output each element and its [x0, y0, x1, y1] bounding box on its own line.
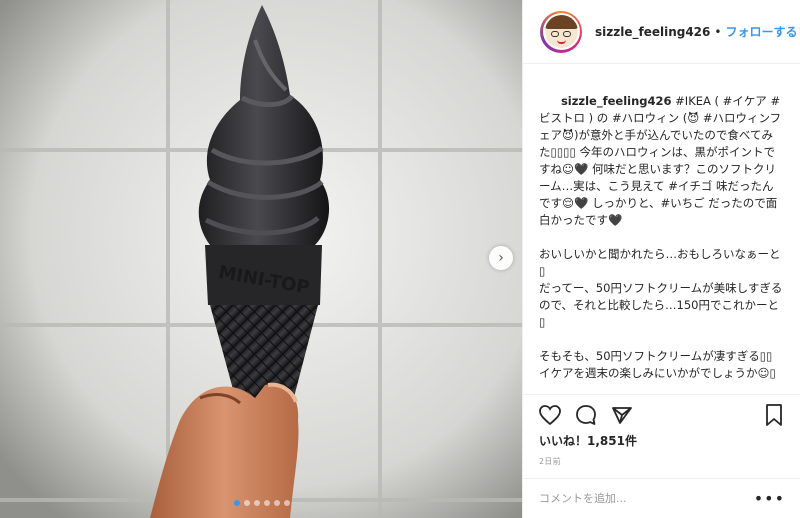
share-button[interactable]	[609, 402, 635, 428]
carousel-dot	[244, 500, 250, 506]
avatar-image	[544, 15, 578, 48]
comment-button[interactable]	[573, 402, 599, 428]
heart-icon	[539, 404, 561, 425]
like-count[interactable]: いいね！1,851件	[539, 432, 637, 449]
carousel-dot	[274, 500, 280, 506]
like-button[interactable]	[537, 402, 563, 428]
carousel-dot	[254, 500, 260, 506]
post-header: sizzle_feeling426 • フォローする	[523, 0, 800, 64]
follow-button[interactable]: フォローする	[725, 23, 797, 40]
more-options-button[interactable]: •••	[754, 489, 785, 508]
share-icon	[612, 406, 632, 424]
comment-icon	[576, 404, 596, 425]
action-bar	[523, 394, 800, 434]
next-photo-button[interactable]: ›	[489, 246, 513, 270]
caption-username-link[interactable]: sizzle_feeling426	[561, 94, 672, 108]
comment-form: •••	[523, 478, 800, 518]
carousel-dot	[264, 500, 270, 506]
bookmark-icon	[766, 403, 782, 426]
save-button[interactable]	[761, 402, 787, 428]
carousel-dot	[284, 500, 290, 506]
separator-dot: •	[714, 24, 722, 39]
comment-input[interactable]	[539, 492, 754, 505]
carousel-indicator	[234, 500, 290, 506]
chevron-right-icon: ›	[498, 250, 504, 266]
post-side-panel: sizzle_feeling426 • フォローする sizzle_feelin…	[522, 0, 800, 518]
username-link[interactable]: sizzle_feeling426	[595, 25, 710, 39]
carousel-dot	[234, 500, 240, 506]
caption-text: #IKEA ( #イケア #ビストロ ) の #ハロウィン (😈 #ハロウィンフ…	[539, 94, 783, 380]
ice-cream-photo: MINI-TOP	[0, 0, 522, 518]
instagram-post-modal: MINI-TOP › sizzle_feeling426 • フォローする si…	[0, 0, 800, 518]
post-photo[interactable]: MINI-TOP ›	[0, 0, 522, 518]
post-caption: sizzle_feeling426 #IKEA ( #イケア #ビストロ ) の…	[523, 64, 800, 380]
avatar[interactable]	[540, 10, 582, 53]
post-timestamp: 2日前	[539, 457, 561, 466]
